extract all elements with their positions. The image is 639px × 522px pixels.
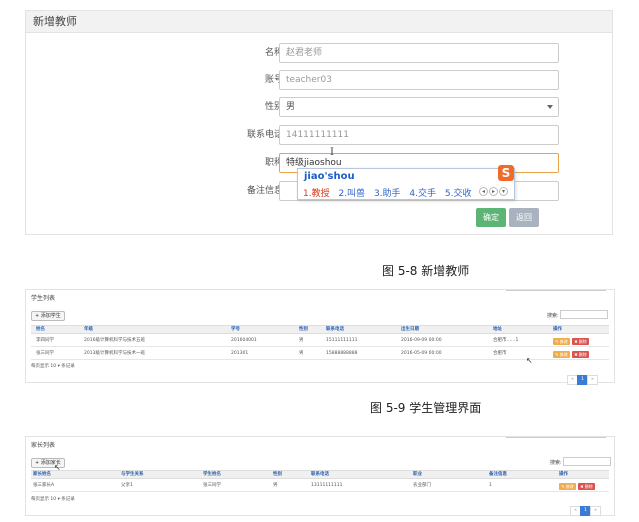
edit-button[interactable]: ✎ 修改 [553, 338, 570, 345]
column-header[interactable]: 年级 [84, 326, 93, 334]
column-header[interactable]: 姓名 [36, 326, 45, 334]
edit-button[interactable]: ✎ 修改 [553, 351, 570, 358]
sogou-logo-icon: S [498, 165, 514, 181]
divider [506, 435, 606, 438]
chevron-down-icon [547, 105, 553, 109]
column-header: 操作 [553, 327, 562, 332]
cell-birth: 2016-05-09 00:00 [401, 351, 442, 356]
ime-candidate-2[interactable]: 2.叫兽 [338, 189, 365, 199]
next-page-button[interactable]: » [590, 506, 601, 516]
cell-parent-name: 张三家长A [33, 483, 55, 488]
parent-list-panel: 家长列表 + 添加家长 搜索: 家长姓名 与学生关系 学生姓名 性别 联系电话 … [25, 436, 615, 516]
column-header[interactable]: 学号 [231, 326, 240, 334]
form-row-gender: 性别： 男 [26, 97, 614, 117]
cell-birth: 2016-09-09 00:00 [401, 338, 442, 343]
page-size-info[interactable]: 每页显示 10 ▾ 条记录 [31, 363, 75, 369]
pagination: «1» [567, 365, 598, 385]
ime-candidate-1[interactable]: 1.教授 [303, 189, 330, 199]
cell-phone: 15888888888 [326, 351, 358, 356]
pagination: «1» [570, 496, 601, 516]
divider [506, 288, 606, 291]
cell-id: 201301 [231, 351, 249, 356]
gender-value: 男 [286, 102, 296, 112]
form-row-name: 名称： 赵君老师 [26, 43, 614, 63]
account-input[interactable]: teacher03 [279, 70, 559, 90]
cell-remark: 1 [489, 483, 492, 488]
search-input[interactable] [560, 310, 608, 319]
phone-input[interactable]: 14111111111 [279, 125, 559, 145]
column-header[interactable]: 地址 [493, 326, 502, 334]
add-teacher-panel: 新增教师 名称： 赵君老师 账号： teacher03 性别： 男 联系电话： … [25, 10, 613, 235]
table-row: 李四同学 2016级计算机科学与技术五班 201604001 男 1511111… [31, 335, 609, 347]
table-header: 家长姓名 与学生关系 学生姓名 性别 联系电话 职业 备注信息 操作 [31, 470, 609, 479]
ime-candidate-window: jiao'shou 1.教授 2.叫兽 3.助手 4.交手 5.交收 ◂ ▸ ▾ [297, 168, 515, 200]
cell-id: 201604001 [231, 338, 257, 343]
cell-occupation: 农业部门 [413, 483, 431, 488]
page-size-info[interactable]: 每页显示 10 ▾ 条记录 [31, 496, 75, 502]
figure-caption-5-8: 图 5-8 新增教师 [382, 264, 470, 278]
cell-address: 合肥市……1 [493, 338, 519, 343]
cell-grade: 2013级计算机科学与技术一班 [84, 351, 145, 356]
ime-prev-icon[interactable]: ◂ [479, 187, 488, 196]
confirm-button[interactable]: 确定 [476, 208, 506, 227]
column-header[interactable]: 备注信息 [489, 471, 507, 479]
ime-candidate-5[interactable]: 5.交收 [445, 189, 472, 199]
cell-grade: 2016级计算机科学与技术五班 [84, 338, 145, 343]
ime-more-icon[interactable]: ▾ [499, 187, 508, 196]
ime-candidates: 1.教授 2.叫兽 3.助手 4.交手 5.交收 [303, 186, 477, 199]
ime-candidate-3[interactable]: 3.助手 [374, 189, 401, 199]
mouse-pointer-icon: ↖ [54, 463, 61, 472]
student-list-panel: 学生列表 + 添加学生 搜索: 姓名 年级 学号 性别 联系电话 出生日期 地址… [25, 288, 615, 385]
cell-phone: 15111111111 [326, 338, 358, 343]
ime-candidate-4[interactable]: 4.交手 [409, 189, 436, 199]
parent-list-title: 家长列表 [31, 442, 56, 449]
cell-student-name: 张三同学 [203, 483, 221, 488]
mouse-pointer-icon: ↖ [526, 356, 533, 365]
column-header[interactable]: 职业 [413, 471, 422, 479]
table-row: 张三家长A 父亲1 张三同学 男 13111111111 农业部门 1 ✎ 修改… [31, 480, 609, 492]
cell-name: 张三同学 [36, 351, 54, 356]
add-student-button[interactable]: + 添加学生 [31, 311, 65, 321]
ime-nav: ◂ ▸ ▾ [478, 187, 508, 196]
delete-button[interactable]: ✖ 删除 [572, 351, 589, 358]
column-header[interactable]: 联系电话 [326, 326, 344, 334]
ime-pinyin: jiao'shou [304, 171, 355, 182]
cell-relation: 父亲1 [121, 483, 133, 488]
edit-button[interactable]: ✎ 修改 [559, 483, 576, 490]
column-header[interactable]: 学生姓名 [203, 471, 221, 479]
column-header[interactable]: 性别 [273, 471, 282, 479]
next-page-button[interactable]: » [587, 375, 598, 385]
form-row-account: 账号： teacher03 [26, 70, 614, 90]
column-header[interactable]: 家长姓名 [33, 471, 51, 479]
student-list-title: 学生列表 [31, 295, 56, 302]
ime-next-icon[interactable]: ▸ [489, 187, 498, 196]
cell-name: 李四同学 [36, 338, 54, 343]
cell-address: 合肥市 [493, 351, 507, 356]
cell-gender: 男 [299, 338, 304, 343]
panel-title: 新增教师 [26, 11, 612, 33]
figure-caption-5-9: 图 5-9 学生管理界面 [370, 401, 482, 415]
back-button[interactable]: 返回 [509, 208, 539, 227]
gender-select[interactable]: 男 [279, 97, 559, 117]
delete-button[interactable]: ✖ 删除 [572, 338, 589, 345]
search-label: 搜索: [547, 313, 559, 319]
form-row-phone: 联系电话： 14111111111 [26, 125, 614, 145]
search-input[interactable] [563, 457, 611, 466]
table-header: 姓名 年级 学号 性别 联系电话 出生日期 地址 操作 [31, 325, 609, 334]
column-header[interactable]: 与学生关系 [121, 471, 144, 479]
column-header[interactable]: 联系电话 [311, 471, 329, 479]
table-row: 张三同学 2013级计算机科学与技术一班 201301 男 1588888888… [31, 348, 609, 360]
text-cursor-icon: I [330, 147, 334, 158]
name-input[interactable]: 赵君老师 [279, 43, 559, 63]
column-header: 操作 [559, 472, 568, 477]
cell-phone: 13111111111 [311, 483, 343, 488]
search-label: 搜索: [550, 460, 562, 466]
delete-button[interactable]: ✖ 删除 [578, 483, 595, 490]
column-header[interactable]: 出生日期 [401, 326, 419, 334]
cell-gender: 男 [299, 351, 304, 356]
cell-gender: 男 [273, 483, 278, 488]
column-header[interactable]: 性别 [299, 326, 308, 334]
